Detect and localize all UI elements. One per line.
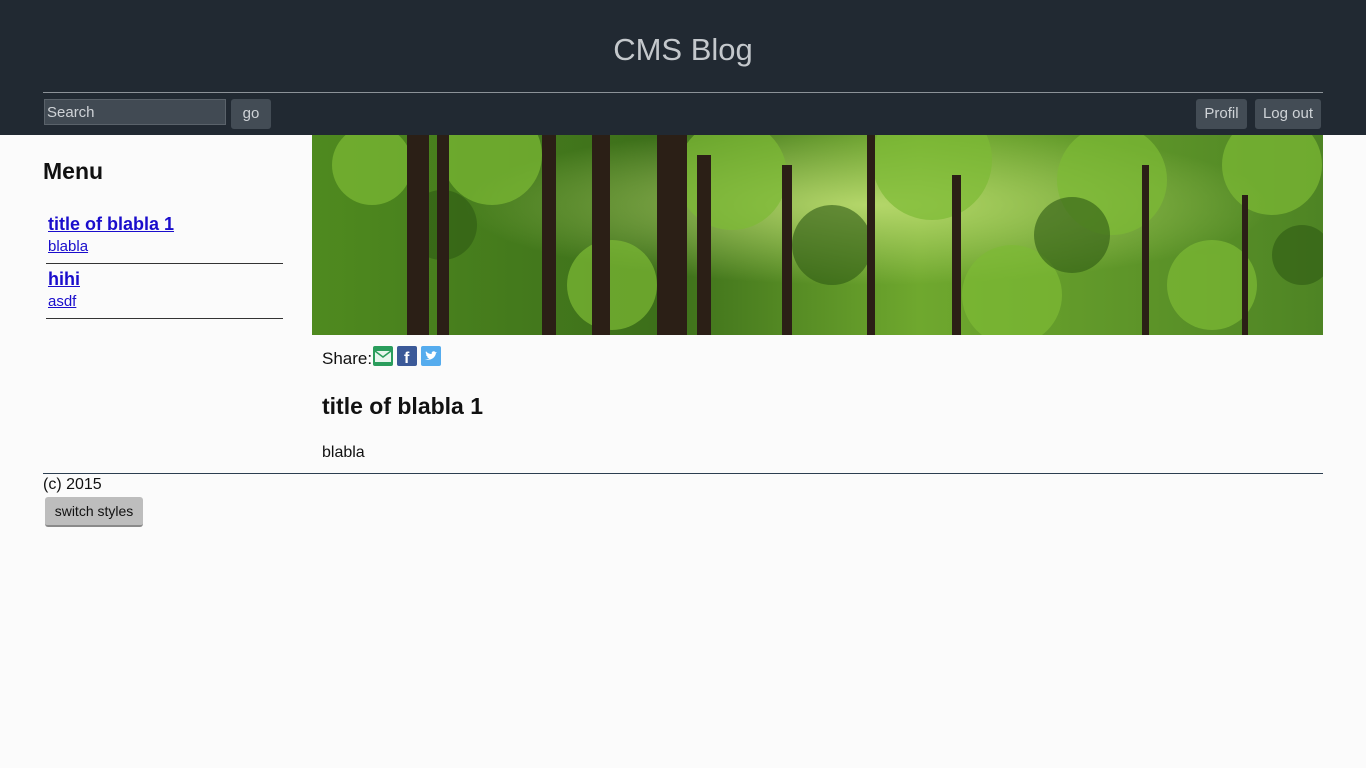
search-input[interactable] — [44, 99, 226, 125]
site-title: CMS Blog — [613, 32, 753, 67]
menu-item: title of blabla 1 blabla — [46, 213, 283, 264]
profil-button[interactable]: Profil — [1196, 99, 1247, 129]
site-header: CMS Blog go Profil Log out — [0, 0, 1366, 135]
svg-text:f: f — [404, 350, 410, 366]
twitter-icon[interactable] — [421, 346, 441, 366]
menu-item-subtitle-link[interactable]: asdf — [48, 293, 76, 311]
menu-item-subtitle-link[interactable]: blabla — [48, 238, 88, 256]
footer-divider — [43, 473, 1323, 474]
search-go-button[interactable]: go — [231, 99, 271, 129]
hero-forest-image — [312, 135, 1323, 335]
share-bar: Share: f — [322, 345, 441, 369]
menu-item-title-link[interactable]: hihi — [48, 268, 80, 290]
header-divider — [43, 92, 1323, 93]
menu-heading: Menu — [43, 158, 104, 184]
email-icon[interactable] — [373, 346, 393, 366]
post-title: title of blabla 1 — [322, 393, 484, 419]
menu-item: hihi asdf — [46, 268, 283, 319]
post-body: blabla — [322, 444, 365, 461]
share-label: Share: — [322, 349, 373, 368]
switch-styles-button[interactable]: switch styles — [45, 497, 143, 527]
menu-item-title-link[interactable]: title of blabla 1 — [48, 213, 174, 235]
copyright-text: (c) 2015 — [43, 476, 102, 493]
facebook-icon[interactable]: f — [397, 346, 417, 367]
logout-button[interactable]: Log out — [1255, 99, 1321, 129]
